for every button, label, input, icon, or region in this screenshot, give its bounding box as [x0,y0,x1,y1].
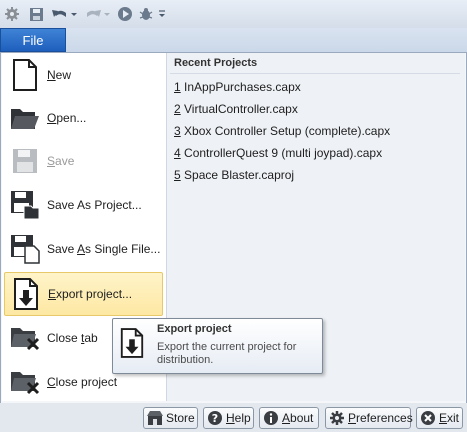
recent-item-name: Space Blaster.caproj [180,168,295,182]
recent-item-name: VirtualController.capx [180,102,298,116]
ribbon-tab-row [0,28,467,53]
about-label: About [282,411,314,425]
menu-label-rest: ab [84,331,98,345]
recent-projects-title: Recent Projects [174,57,258,69]
menu-label-key: N [47,68,56,82]
open-folder-icon [8,101,42,135]
menu-label-pre: Close [47,331,82,345]
menu-item-save-as-single-file[interactable]: Save As Single File... [4,228,163,270]
about-button[interactable]: About [259,407,319,429]
menu-label-rest: s Single File... [85,242,161,256]
close-project-icon [8,365,42,399]
quick-access-toolbar [0,0,467,28]
menu-label-key: C [47,375,56,389]
store-label: Store [166,411,195,425]
customize-toolbar-icon[interactable] [157,4,167,24]
tooltip-title: Export project [157,323,232,335]
new-document-icon [8,58,42,92]
menu-label-pre: Save As Pro [47,198,114,212]
save-icon[interactable] [27,4,45,24]
recent-item-name: InAppPurchases.capx [180,80,301,94]
save-disk-icon [8,144,42,178]
info-icon [263,410,279,426]
menu-label-key: S [47,154,56,168]
menu-item-new[interactable]: New [4,54,163,96]
menu-label-rest: lose project [55,375,118,389]
save-as-single-file-icon [8,232,42,266]
save-as-project-icon [8,188,42,222]
close-tab-icon [8,321,42,355]
undo-icon[interactable] [49,4,79,24]
exit-label: Exit [439,411,460,425]
app-gear-icon[interactable] [3,4,21,24]
recent-divider [170,73,460,74]
recent-project-item[interactable]: 4 ControllerQuest 9 (multi joypad).capx [174,146,382,160]
recent-item-number: 2 [174,102,181,116]
recent-project-item[interactable]: 1 InAppPurchases.capx [174,80,301,94]
recent-item-number: 1 [174,80,181,94]
menu-item-open[interactable]: Open... [4,97,163,139]
exit-key: E [439,411,448,425]
preferences-key: P [348,411,357,425]
menu-label-key: O [47,111,57,125]
export-tooltip-icon [119,327,149,361]
export-icon [9,277,43,311]
file-tab[interactable]: File [0,28,66,52]
exit-icon [420,410,436,426]
preferences-button[interactable]: Preferences [325,407,413,429]
recent-project-item[interactable]: 3 Xbox Controller Setup (complete).capx [174,124,390,138]
menu-label-rest: ect... [115,198,142,212]
menu-label-key: A [77,242,86,256]
help-icon: ? [207,410,223,426]
menu-label-rest: xport project... [56,287,133,301]
menu-item-export-project[interactable]: Export project... [4,272,163,316]
recent-item-number: 4 [174,146,181,160]
play-icon[interactable] [116,4,134,24]
tooltip-description: Export the current project for distribut… [157,341,297,366]
redo-icon[interactable] [82,4,112,24]
menu-item-save[interactable]: Save [4,140,163,182]
svg-text:?: ? [212,412,218,425]
preferences-label: Preferences [348,411,413,425]
help-key: H [226,411,235,425]
help-button[interactable]: ? Help [203,407,254,429]
menu-label-pre: Save [47,242,78,256]
menu-label-key: E [48,287,57,301]
debug-bug-icon[interactable] [137,4,155,24]
recent-item-number: 5 [174,168,181,182]
help-label: Help [226,411,251,425]
about-key: A [282,411,291,425]
menu-item-save-as-project[interactable]: Save As Project... [4,184,163,226]
recent-project-item[interactable]: 2 VirtualController.capx [174,102,298,116]
recent-item-name: Xbox Controller Setup (complete).capx [180,124,391,138]
recent-item-name: ControllerQuest 9 (multi joypad).capx [180,146,383,160]
menu-label-rest: ave [55,154,75,168]
exit-button[interactable]: Exit [416,407,463,429]
recent-item-number: 3 [174,124,181,138]
store-button[interactable]: Store [143,407,198,429]
export-tooltip: Export project Export the current projec… [112,318,323,374]
gear-icon [329,410,345,426]
menu-label-rest: ew [55,68,72,82]
recent-project-item[interactable]: 5 Space Blaster.caproj [174,168,294,182]
store-icon [147,410,163,426]
menu-label-rest: pen... [56,111,87,125]
